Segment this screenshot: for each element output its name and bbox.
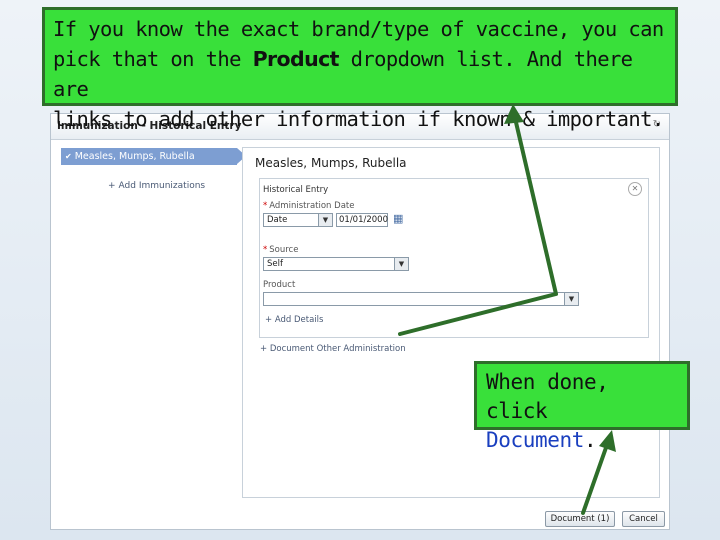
sidebar-item-label: Measles, Mumps, Rubella	[74, 151, 195, 162]
callout-line: When done, click	[486, 370, 609, 423]
chevron-down-icon: ▼	[394, 258, 408, 270]
admin-date-input[interactable]: 01/01/2000	[336, 213, 388, 227]
instruction-callout-document: When done, click Document.	[474, 361, 690, 452]
left-pane: ✔ Measles, Mumps, Rubella + Add Immunizati…	[51, 140, 246, 501]
callout-line: If you know the exact brand/type of vacc…	[53, 17, 664, 41]
add-immunizations-label: Add Immunizations	[118, 181, 206, 191]
callout-line: Document.	[486, 428, 597, 452]
product-select[interactable]: ▼	[263, 292, 579, 306]
date-type-select[interactable]: Date ▼	[263, 213, 333, 227]
calendar-icon[interactable]: ▦	[393, 212, 403, 225]
close-icon[interactable]: ✕	[628, 182, 642, 196]
callout-line: links to add other information if known …	[53, 107, 664, 131]
historical-entry-panel: Historical Entry ✕ * Administration Date …	[259, 178, 649, 338]
source-select[interactable]: Self ▼	[263, 257, 409, 271]
chevron-down-icon: ▼	[318, 214, 332, 226]
instruction-callout-product: If you know the exact brand/type of vacc…	[42, 7, 678, 131]
entry-header: Historical Entry	[263, 185, 329, 195]
document-other-administration-link[interactable]: + Document Other Administration	[260, 344, 406, 354]
vaccine-title: Measles, Mumps, Rubella	[255, 156, 407, 170]
cancel-button[interactable]: Cancel	[622, 511, 665, 527]
callout-line: pick that on the Product dropdown list. …	[53, 47, 633, 101]
admin-date-label: * Administration Date	[263, 201, 355, 211]
document-button[interactable]: Document (1)	[545, 511, 615, 527]
plus-icon: +	[108, 181, 116, 191]
product-label: Product	[263, 280, 296, 290]
check-icon: ✔	[65, 152, 72, 161]
chevron-down-icon: ▼	[564, 293, 578, 305]
immunization-window: Immunization - Historical Entry ↻ ✔ Measl…	[50, 113, 670, 530]
add-details-link[interactable]: + Add Details	[265, 315, 323, 325]
add-immunizations-link[interactable]: + Add Immunizations	[108, 181, 205, 191]
source-label: * Source	[263, 245, 299, 255]
sidebar-item-mmr[interactable]: ✔ Measles, Mumps, Rubella	[61, 148, 246, 165]
